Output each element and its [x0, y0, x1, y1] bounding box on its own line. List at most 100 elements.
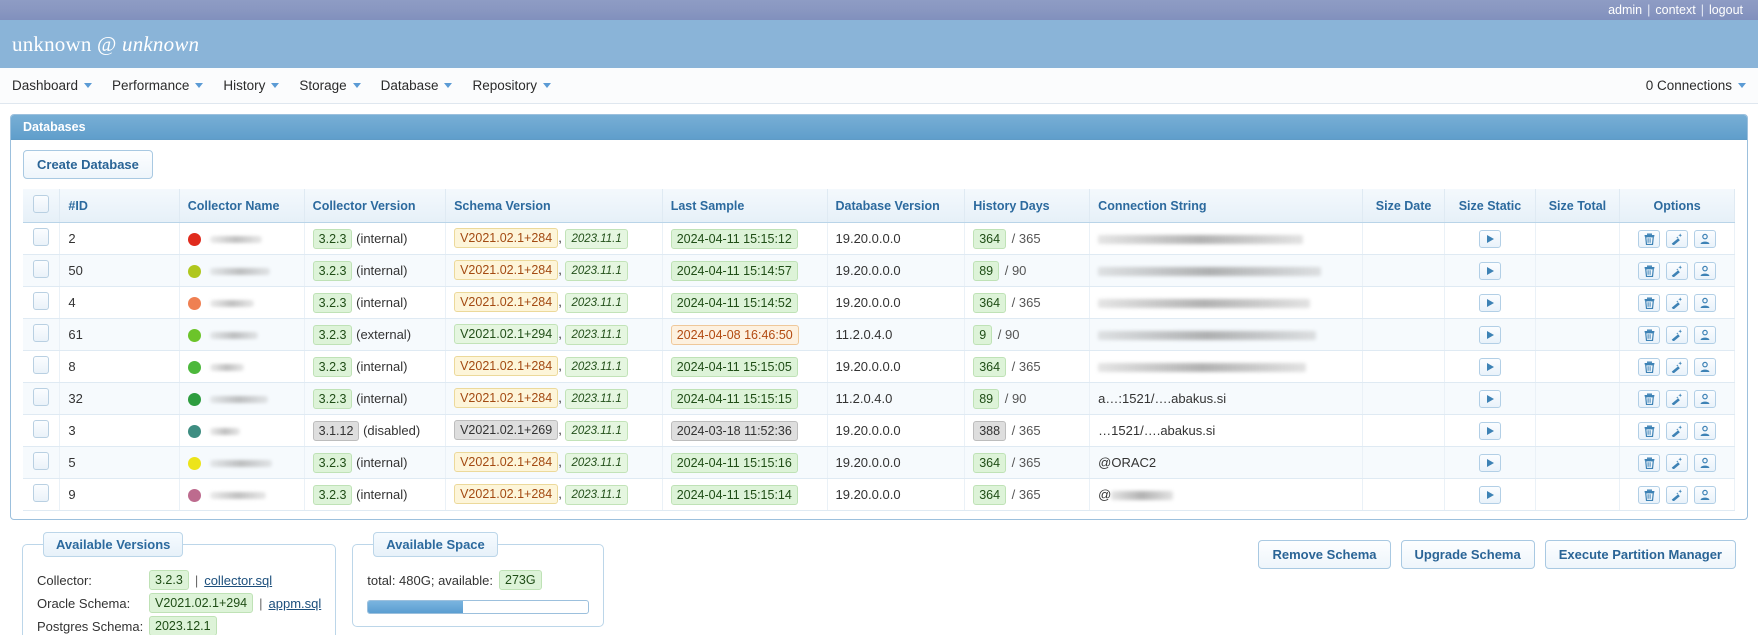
collector-sql-link[interactable]: collector.sql	[204, 573, 272, 588]
table-row[interactable]: 3 3.1.12 (disabled) V2021.02.1+269, 2023.1…	[23, 414, 1735, 447]
size-static-play-button[interactable]	[1478, 421, 1501, 440]
col-options[interactable]: Options	[1619, 189, 1735, 223]
size-static-play-button[interactable]	[1478, 485, 1501, 504]
cell-size-static[interactable]	[1444, 382, 1536, 415]
nav-item-repository[interactable]: Repository	[472, 78, 551, 93]
row-select-cell[interactable]	[23, 446, 61, 479]
edit-database-button[interactable]	[1666, 325, 1689, 344]
row-checkbox[interactable]	[33, 420, 50, 438]
cell-options[interactable]	[1619, 350, 1735, 383]
edit-database-button[interactable]	[1666, 293, 1689, 312]
col-database-version[interactable]: Database Version	[827, 189, 966, 223]
edit-database-button[interactable]	[1666, 389, 1689, 408]
edit-database-button[interactable]	[1666, 261, 1689, 280]
appm-sql-link[interactable]: appm.sql	[269, 596, 322, 611]
nav-item-performance[interactable]: Performance	[112, 78, 204, 93]
admin-link[interactable]: admin	[1605, 3, 1645, 17]
table-row[interactable]: 50 3.2.3 (internal) V2021.02.1+284, 2023.1…	[23, 254, 1735, 287]
row-select-cell[interactable]	[23, 414, 61, 447]
cell-options[interactable]	[1619, 318, 1735, 351]
nav-item-database[interactable]: Database	[381, 78, 453, 93]
database-user-button[interactable]	[1694, 325, 1717, 344]
table-row[interactable]: 61 3.2.3 (external) V2021.02.1+294, 2023.1…	[23, 318, 1735, 351]
col-size-date[interactable]: Size Date	[1362, 189, 1446, 223]
cell-size-static[interactable]	[1444, 286, 1536, 319]
database-user-button[interactable]	[1694, 389, 1717, 408]
delete-database-button[interactable]	[1638, 325, 1661, 344]
edit-database-button[interactable]	[1666, 421, 1689, 440]
edit-database-button[interactable]	[1666, 485, 1689, 504]
col-size-static[interactable]: Size Static	[1444, 189, 1536, 223]
size-static-play-button[interactable]	[1478, 453, 1501, 472]
nav-item-storage[interactable]: Storage	[299, 78, 361, 93]
cell-options[interactable]	[1619, 254, 1735, 287]
nav-item-history[interactable]: History	[223, 78, 280, 93]
size-static-play-button[interactable]	[1478, 325, 1501, 344]
database-user-button[interactable]	[1694, 357, 1717, 376]
remove-schema-button[interactable]: Remove Schema	[1258, 540, 1391, 569]
size-static-play-button[interactable]	[1478, 261, 1501, 280]
table-row[interactable]: 5 3.2.3 (internal) V2021.02.1+284, 2023.11…	[23, 446, 1735, 479]
database-user-button[interactable]	[1694, 485, 1717, 504]
cell-options[interactable]	[1619, 286, 1735, 319]
delete-database-button[interactable]	[1638, 485, 1661, 504]
database-user-button[interactable]	[1694, 293, 1717, 312]
delete-database-button[interactable]	[1638, 357, 1661, 376]
size-static-play-button[interactable]	[1478, 357, 1501, 376]
row-select-cell[interactable]	[23, 286, 61, 319]
cell-options[interactable]	[1619, 478, 1735, 511]
database-user-button[interactable]	[1694, 229, 1717, 248]
col-id[interactable]: #ID	[59, 189, 180, 223]
edit-database-button[interactable]	[1666, 229, 1689, 248]
table-row[interactable]: 4 3.2.3 (internal) V2021.02.1+284, 2023.11…	[23, 286, 1735, 319]
delete-database-button[interactable]	[1638, 293, 1661, 312]
row-select-cell[interactable]	[23, 254, 61, 287]
context-link[interactable]: context	[1652, 3, 1698, 17]
row-select-cell[interactable]	[23, 478, 61, 511]
execute-partition-manager-button[interactable]: Execute Partition Manager	[1544, 540, 1736, 569]
delete-database-button[interactable]	[1638, 261, 1661, 280]
cell-options[interactable]	[1619, 446, 1735, 479]
col-history-days[interactable]: History Days	[964, 189, 1091, 223]
edit-database-button[interactable]	[1666, 453, 1689, 472]
select-all-checkbox[interactable]	[33, 195, 50, 213]
row-checkbox[interactable]	[33, 228, 50, 246]
col-schema-version[interactable]: Schema Version	[445, 189, 663, 223]
cell-size-static[interactable]	[1444, 318, 1536, 351]
size-static-play-button[interactable]	[1478, 389, 1501, 408]
cell-size-static[interactable]	[1444, 350, 1536, 383]
table-row[interactable]: 8 3.2.3 (internal) V2021.02.1+284, 2023.11…	[23, 350, 1735, 383]
row-select-cell[interactable]	[23, 350, 61, 383]
row-checkbox[interactable]	[33, 324, 50, 342]
col-last-sample[interactable]: Last Sample	[662, 189, 828, 223]
delete-database-button[interactable]	[1638, 453, 1661, 472]
cell-options[interactable]	[1619, 222, 1735, 255]
row-checkbox[interactable]	[33, 388, 50, 406]
col-size-total[interactable]: Size Total	[1535, 189, 1621, 223]
edit-database-button[interactable]	[1666, 357, 1689, 376]
row-checkbox[interactable]	[33, 260, 50, 278]
cell-size-static[interactable]	[1444, 254, 1536, 287]
cell-size-static[interactable]	[1444, 478, 1536, 511]
col-select-all[interactable]	[23, 189, 61, 223]
connections-dropdown[interactable]: 0 Connections	[1646, 78, 1746, 93]
row-select-cell[interactable]	[23, 318, 61, 351]
upgrade-schema-button[interactable]: Upgrade Schema	[1400, 540, 1535, 569]
col-collector-name[interactable]: Collector Name	[179, 189, 305, 223]
database-user-button[interactable]	[1694, 261, 1717, 280]
nav-item-dashboard[interactable]: Dashboard	[12, 78, 93, 93]
size-static-play-button[interactable]	[1478, 229, 1501, 248]
create-database-button[interactable]: Create Database	[23, 150, 153, 179]
table-row[interactable]: 32 3.2.3 (internal) V2021.02.1+284, 2023.1…	[23, 382, 1735, 415]
database-user-button[interactable]	[1694, 453, 1717, 472]
row-select-cell[interactable]	[23, 382, 61, 415]
table-row[interactable]: 2 3.2.3 (internal) V2021.02.1+284, 2023.11…	[23, 222, 1735, 255]
database-user-button[interactable]	[1694, 421, 1717, 440]
table-row[interactable]: 9 3.2.3 (internal) V2021.02.1+284, 2023.11…	[23, 478, 1735, 511]
row-checkbox[interactable]	[33, 356, 50, 374]
delete-database-button[interactable]	[1638, 389, 1661, 408]
row-checkbox[interactable]	[33, 452, 50, 470]
cell-options[interactable]	[1619, 382, 1735, 415]
delete-database-button[interactable]	[1638, 229, 1661, 248]
delete-database-button[interactable]	[1638, 421, 1661, 440]
